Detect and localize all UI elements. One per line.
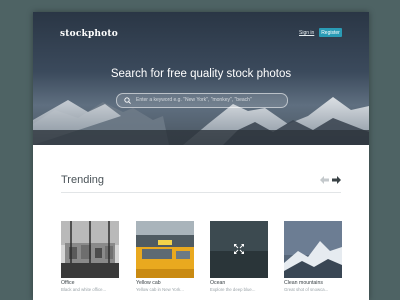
office-photo[interactable] [61,221,119,278]
expand-icon[interactable] [234,244,244,254]
divider [61,192,341,193]
hero-headline: Search for free quality stock photos [110,68,292,80]
card-title: Ocean [210,280,226,286]
card-title: Office [61,280,75,286]
hero-banner: stockphoto Sign in Register Search for f… [33,12,369,145]
arrow-right-icon[interactable] [332,176,341,184]
card-title: Clean mountains [284,280,323,286]
card-description: Explore the deep blue... [210,287,256,292]
sign-in-link[interactable]: Sign in [299,30,314,36]
card-description: Black and white office... [61,287,107,292]
search-icon [124,97,131,104]
search-placeholder: Enter a keyword e.g. "New York", "monkey… [136,97,252,103]
search-input[interactable]: Enter a keyword e.g. "New York", "monkey… [116,93,288,108]
card-description: Yellow cab in New York... [136,287,184,292]
section-title: Trending [61,174,105,186]
logo[interactable]: stockphoto [60,29,118,39]
card-title: Yellow cab [136,280,161,286]
ocean-photo[interactable] [210,221,268,278]
card-description: Great shot of snowca... [284,287,329,292]
yellow-cab-photo[interactable] [136,221,194,278]
page: stockphoto Sign in Register Search for f… [33,12,369,300]
register-button[interactable]: Register [319,28,342,37]
arrow-left-icon[interactable] [320,176,329,184]
clean-mountains-photo[interactable] [284,221,342,278]
